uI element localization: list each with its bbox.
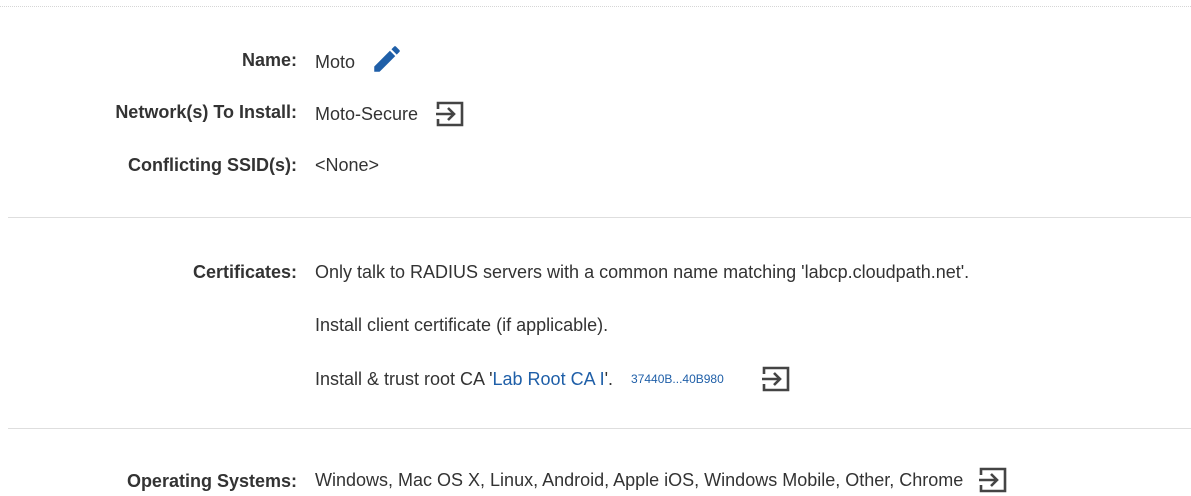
sign-in-arrow-icon[interactable] — [977, 466, 1009, 494]
certificates-line-1: Only talk to RADIUS servers with a commo… — [315, 262, 970, 282]
certificates-label: Certificates: — [192, 262, 297, 282]
certificates-line-3: Install & trust root CA ' Lab Root CA I '.… — [315, 365, 792, 393]
section-divider — [8, 217, 1191, 218]
top-dotted-rule — [0, 6, 1191, 7]
operating-systems-value: Windows, Mac OS X, Linux, Android, Apple… — [315, 469, 964, 490]
sign-in-arrow-icon[interactable] — [760, 365, 792, 393]
pencil-icon[interactable] — [369, 42, 405, 76]
conflicting-ssid-label: Conflicting SSID(s): — [128, 155, 297, 175]
conflicting-ssid-value: <None> — [315, 155, 380, 175]
operating-systems-label: Operating Systems: — [126, 471, 297, 491]
networks-value: Moto-Secure — [315, 103, 419, 124]
certificates-line-2: Install client certificate (if applicabl… — [315, 315, 609, 335]
certificate-thumbprint: 37440B...40B980 — [631, 372, 724, 386]
name-value: Moto — [315, 51, 356, 72]
networks-row: Moto-Secure — [315, 100, 466, 128]
sign-in-arrow-icon[interactable] — [434, 100, 466, 128]
networks-label: Network(s) To Install: — [115, 102, 297, 122]
root-ca-link[interactable]: Lab Root CA I — [493, 369, 605, 390]
name-label: Name: — [241, 50, 297, 70]
name-row: Moto — [315, 46, 405, 76]
section-divider — [8, 428, 1191, 429]
conflicting-ssid-row: <None> — [315, 155, 379, 176]
operating-systems-row: Windows, Mac OS X, Linux, Android, Apple… — [315, 466, 1009, 494]
